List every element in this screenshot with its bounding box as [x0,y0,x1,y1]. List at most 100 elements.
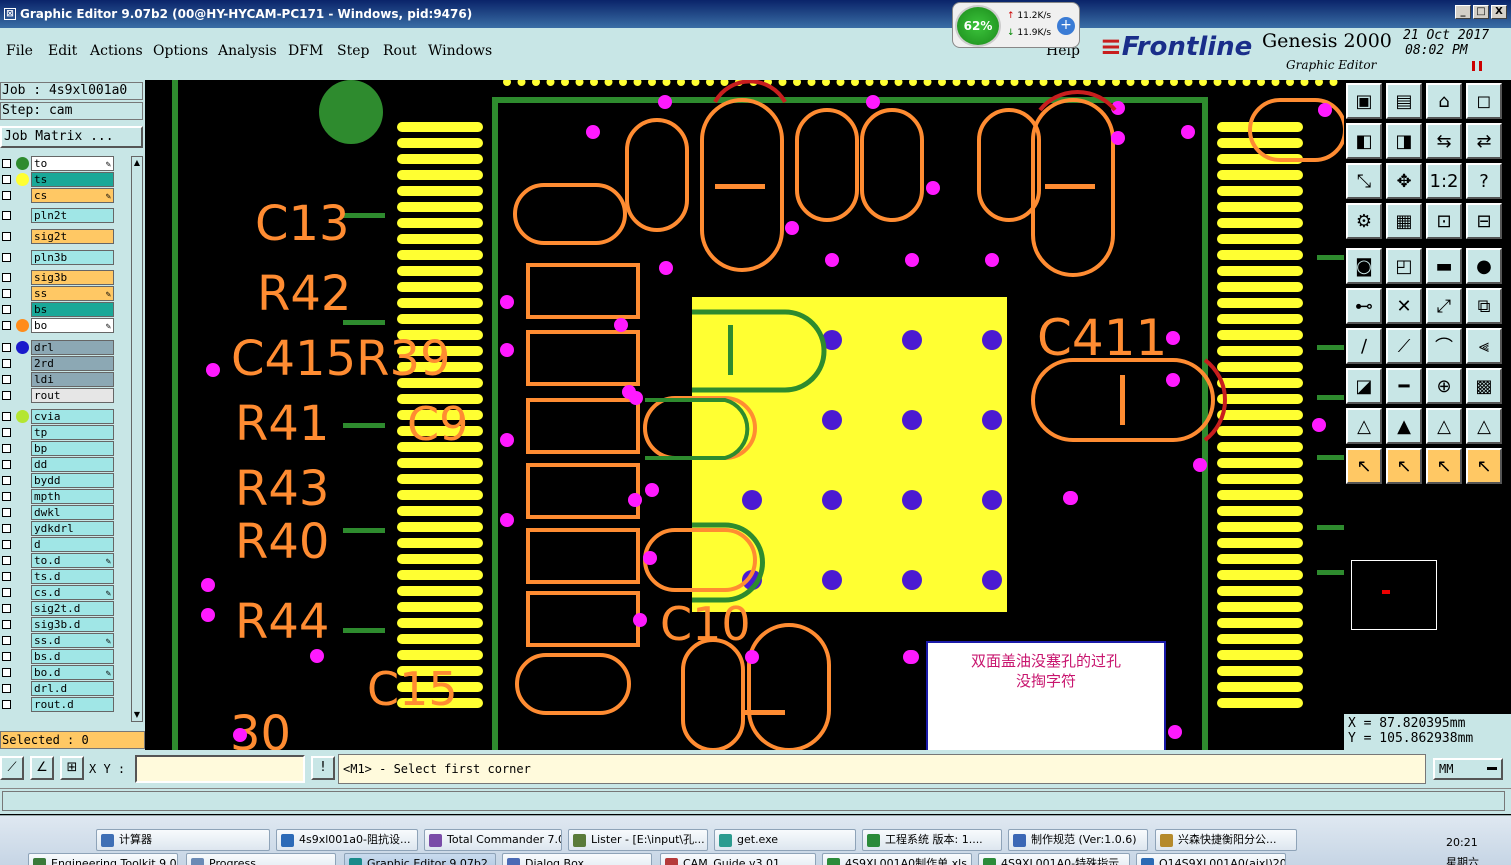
redo-icon[interactable]: ⇄ [1466,123,1502,159]
layer-name[interactable]: bs.d [31,649,114,664]
layer-a-icon[interactable]: ⊡ [1426,203,1462,239]
taskbar-button[interactable]: 4S9XL001A0制作单.xls [822,853,972,865]
layer-row-ydkdrl[interactable]: ydkdrl [0,521,130,536]
layer-row-bs[interactable]: bs [0,302,130,317]
layer-name[interactable]: cs.d ✎ [31,585,114,600]
zoom-home-icon[interactable]: ▤ [1386,83,1422,119]
layer-checkbox[interactable] [2,572,11,581]
net-pointer-icon[interactable]: ↖ [1466,448,1502,484]
layer-name[interactable]: rout [31,388,114,403]
layer-name[interactable]: ts.d [31,569,114,584]
layer-name[interactable]: ts [31,172,114,187]
taskbar-button[interactable]: Total Commander 7.0... [424,829,562,851]
layer-name[interactable]: sig2t.d [31,601,114,616]
layer-name[interactable]: bs [31,302,114,317]
lock-pointer-icon[interactable]: ↖ [1426,448,1462,484]
info-icon[interactable]: ! [311,756,335,780]
layer-row-cs-d[interactable]: cs.d ✎ [0,585,130,600]
layer-name[interactable]: to ✎ [31,156,114,171]
select-pointer-icon[interactable]: ↖ [1386,448,1422,484]
layer-name[interactable]: cvia [31,409,114,424]
layer-color-dot[interactable] [16,157,29,170]
taskbar-button[interactable]: Graphic Editor 9.07b2 [344,853,496,865]
layer-checkbox[interactable] [2,508,11,517]
layer-checkbox[interactable] [2,524,11,533]
center-icon[interactable]: ✥ [1386,163,1422,199]
layer-name[interactable]: bydd [31,473,114,488]
features-icon[interactable]: ◪ [1346,368,1382,404]
layer-checkbox[interactable] [2,476,11,485]
layer-color-dot[interactable] [16,173,29,186]
layer-name[interactable]: drl.d [31,681,114,696]
attrs-icon[interactable]: ▩ [1466,368,1502,404]
layer-checkbox[interactable] [2,412,11,421]
layer-row-to-d[interactable]: to.d ✎ [0,553,130,568]
layer-checkbox[interactable] [2,684,11,693]
layer-checkbox[interactable] [2,175,11,184]
layer-row-2rd[interactable]: 2rd [0,356,130,371]
layer-name[interactable]: rout.d [31,697,114,712]
undo-icon[interactable]: ⇆ [1426,123,1462,159]
layer-row-ts-d[interactable]: ts.d [0,569,130,584]
zoom-fit-icon[interactable]: ◻ [1466,83,1502,119]
zoom-window-icon[interactable]: ▣ [1346,83,1382,119]
triangle-icon[interactable]: △ [1466,408,1502,444]
menu-options[interactable]: Options [153,43,208,59]
layer-checkbox[interactable] [2,211,11,220]
layer-row-bydd[interactable]: bydd [0,473,130,488]
taskbar-button[interactable]: get.exe [714,829,856,851]
layer-name[interactable]: dwkl [31,505,114,520]
layer-name[interactable]: sig2t [31,229,114,244]
resize-icon[interactable]: ⊕ [1426,368,1462,404]
taskbar-button[interactable]: 兴森快捷衡阳分公... [1155,829,1297,851]
layer-checkbox[interactable] [2,253,11,262]
tools-icon[interactable]: ⚙ [1346,203,1382,239]
menu-step[interactable]: Step [337,43,369,59]
snap-icon[interactable]: ◧ [1346,123,1382,159]
layer-row-d[interactable]: d [0,537,130,552]
layer-name[interactable]: cs ✎ [31,188,114,203]
maximize-button[interactable]: □ [1473,5,1489,19]
layer-row-ss[interactable]: ss ✎ [0,286,130,301]
taskbar-button[interactable]: 工程系统 版本: 1.... [862,829,1002,851]
grid-icon[interactable]: ▦ [1386,203,1422,239]
layer-name[interactable]: ss.d ✎ [31,633,114,648]
measure-icon[interactable]: ▬ [1426,248,1462,284]
taskbar-button[interactable]: Progress [186,853,336,865]
layer-name[interactable]: tp [31,425,114,440]
layer-checkbox[interactable] [2,375,11,384]
layer-checkbox[interactable] [2,321,11,330]
layer-name[interactable]: pln3b [31,250,114,265]
connect-icon[interactable]: ⊷ [1346,288,1382,324]
layer-row-ss-d[interactable]: ss.d ✎ [0,633,130,648]
copy-icon[interactable]: ⧉ [1466,288,1502,324]
taskbar-button[interactable]: Dialog Box [502,853,652,865]
taskbar-button[interactable]: 计算器 [96,829,270,851]
menu-dfm[interactable]: DFM [288,43,323,59]
layer-name[interactable]: drl [31,340,114,355]
layer-color-dot[interactable] [16,319,29,332]
layer-name[interactable]: sig3b.d [31,617,114,632]
units-dropdown[interactable]: MM [1433,758,1503,780]
layer-row-drl[interactable]: drl [0,340,130,355]
step-repeat-icon[interactable]: ◨ [1386,123,1422,159]
layer-row-tp[interactable]: tp [0,425,130,440]
layer-checkbox[interactable] [2,232,11,241]
plus-icon[interactable]: + [1057,17,1075,35]
layer-checkbox[interactable] [2,359,11,368]
layer-row-sig2t-d[interactable]: sig2t.d [0,601,130,616]
layer-name[interactable]: bp [31,441,114,456]
layer-row-cs[interactable]: cs ✎ [0,188,130,203]
minimap[interactable] [1351,560,1437,630]
snap-icon[interactable]: ⟋ [0,756,24,780]
layer-name[interactable]: pln2t [31,208,114,223]
taskbar-button[interactable]: CAM_Guide v3.01 [660,853,816,865]
layer-checkbox[interactable] [2,492,11,501]
layer-row-mpth[interactable]: mpth [0,489,130,504]
taskbar-button[interactable]: 制作规范 (Ver:1.0.6) [1008,829,1148,851]
layer-checkbox[interactable] [2,540,11,549]
arc-icon[interactable]: ⌒ [1426,328,1462,364]
cut-icon[interactable]: ━ [1386,368,1422,404]
layer-checkbox[interactable] [2,652,11,661]
layer-checkbox[interactable] [2,460,11,469]
